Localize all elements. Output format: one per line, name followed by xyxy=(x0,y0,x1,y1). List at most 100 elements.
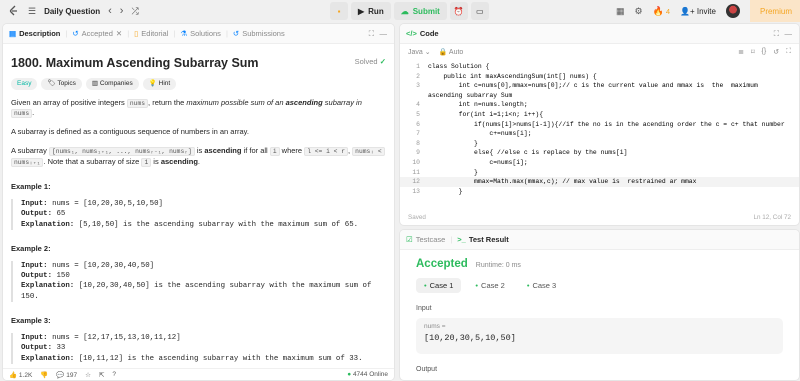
expand-icon[interactable]: ⛶ xyxy=(369,29,374,39)
braces-icon[interactable]: {} xyxy=(762,48,767,56)
inline-code: nums xyxy=(126,98,149,108)
code-line: 10 c=nums[i]; xyxy=(400,158,799,168)
tab-editorial[interactable]: ▯ Editorial xyxy=(134,29,168,38)
online-dot-icon: ● xyxy=(347,371,352,378)
solved-label: Solved xyxy=(354,57,378,66)
value: [10,20,30,40,50] is the ascending subarr… xyxy=(21,282,372,301)
code-tabs: </> Code ⛶ — xyxy=(400,24,799,44)
debug-button[interactable]: ▪ xyxy=(330,2,348,20)
code-line: 11 } xyxy=(400,168,799,178)
divider: | xyxy=(127,29,130,38)
tab-testcase[interactable]: ☑ Testcase xyxy=(406,235,445,244)
solved-status: Solved ✓ xyxy=(355,57,386,72)
upload-cloud-icon: ☁ xyxy=(400,6,409,16)
value: [5,10,50] is the ascending subarray with… xyxy=(78,220,359,229)
streak-fire-icon[interactable]: 🔥 4 xyxy=(653,6,670,17)
line-text: c+=nums[i]; xyxy=(428,130,532,138)
tab-code[interactable]: </> Code xyxy=(406,29,439,38)
label: Input: xyxy=(21,199,48,208)
like-count: 1.2K xyxy=(18,371,33,379)
case-tab[interactable]: • Case 1 xyxy=(416,278,462,293)
reset-icon[interactable]: ↺ xyxy=(773,48,779,56)
close-icon[interactable]: ✕ xyxy=(116,29,122,38)
case-tab[interactable]: • Case 3 xyxy=(519,278,564,293)
code-line: 4 int n=nums.length; xyxy=(400,100,799,110)
notes-button[interactable]: ▭ xyxy=(470,2,489,20)
submit-button[interactable]: ☁ Submit xyxy=(393,2,447,20)
like-button[interactable]: 👍 1.2K xyxy=(9,371,32,379)
hint-chip[interactable]: 💡 Hint xyxy=(142,78,177,90)
notes-icon: ▭ xyxy=(476,6,484,16)
text: where xyxy=(279,146,305,156)
flask-icon: ⚗ xyxy=(180,29,188,38)
code-line: 3 int c=nums[0],mmax=nums[0];// c is the… xyxy=(400,81,799,100)
checkbox-icon: ☑ xyxy=(406,235,413,244)
bookmark-icon[interactable]: ⌑ xyxy=(751,48,755,56)
example-input: Input: nums = [10,20,30,40,50] xyxy=(21,261,386,271)
star-icon[interactable]: ☆ xyxy=(85,371,91,379)
description-footer: 👍 1.2K 👎 💬 197 ☆ ⇱ ? ● 4744 Online xyxy=(3,368,394,380)
input-section-label: Input xyxy=(416,305,432,312)
premium-button[interactable]: Premium xyxy=(749,0,800,22)
tab-submissions[interactable]: ↺ Submissions xyxy=(233,29,285,38)
line-text: public int maxAscendingSum(int[] nums) { xyxy=(428,72,597,80)
runtime-text: Runtime: 0 ms xyxy=(475,262,521,269)
hint-label: Hint xyxy=(158,80,171,88)
tab-test-result[interactable]: >_ Test Result xyxy=(457,235,508,244)
fullscreen-icon[interactable]: ⛶ xyxy=(786,48,791,56)
case-tab[interactable]: • Case 2 xyxy=(467,278,512,293)
description-paragraph-2: A subarray is defined as a contiguous se… xyxy=(11,127,249,137)
tab-code-label: Code xyxy=(419,29,439,38)
case-tabs: • Case 1 • Case 2 • Case 3 xyxy=(416,278,783,293)
line-number: 1 xyxy=(416,63,420,70)
example-output: Output: 150 xyxy=(21,271,386,281)
run-button[interactable]: ▶ Run xyxy=(351,2,391,20)
editor-toolbar: Java ⌄ 🔒 Auto ≣ ⌑ {} ↺ ⛶ xyxy=(400,44,799,60)
tab-solutions[interactable]: ⚗ Solutions xyxy=(180,29,221,38)
code-editor[interactable]: 1 class Solution { 2 public int maxAscend… xyxy=(400,60,799,196)
expand-icon[interactable]: ⛶ xyxy=(774,29,779,39)
dislike-button[interactable]: 👎 xyxy=(40,371,48,379)
text: Given an array of positive integers xyxy=(11,97,127,107)
topics-chip[interactable]: 🏷 Topics xyxy=(41,78,82,90)
comments-button[interactable]: 💬 197 xyxy=(56,371,77,379)
label: Explanation: xyxy=(21,354,75,363)
minimize-icon[interactable]: — xyxy=(380,29,388,38)
example-title: Example 1: xyxy=(11,181,51,191)
text: maximum possible sum of an xyxy=(186,97,286,107)
next-problem-icon[interactable]: › xyxy=(120,5,124,17)
invite-button[interactable]: 👤+ Invite xyxy=(680,7,716,16)
minimize-icon[interactable]: — xyxy=(785,29,793,38)
settings-gear-icon[interactable]: ⚙ xyxy=(635,6,643,17)
code-line: 7 c+=nums[i]; xyxy=(400,129,799,139)
line-number: 9 xyxy=(416,149,420,157)
status-text: Accepted xyxy=(416,258,468,270)
companies-chip[interactable]: ▥ Companies xyxy=(85,78,139,90)
streak-count: 4 xyxy=(665,6,670,16)
chevron-down-icon: ⌄ xyxy=(424,49,431,56)
inline-code: 1 xyxy=(141,158,152,168)
prev-problem-icon[interactable]: ‹ xyxy=(108,5,112,17)
shuffle-icon[interactable]: ⤮ xyxy=(131,6,138,17)
help-icon[interactable]: ? xyxy=(112,371,116,378)
auto-toggle[interactable]: 🔒 Auto xyxy=(439,48,464,56)
problem-list-title[interactable]: Daily Question xyxy=(44,7,100,16)
problem-title: 1800. Maximum Ascending Subarray Sum xyxy=(11,56,259,70)
tab-accepted[interactable]: ↺ Accepted ✕ xyxy=(72,29,122,38)
share-icon[interactable]: ⇱ xyxy=(99,371,104,379)
problem-list-icon[interactable]: ☰ xyxy=(28,6,36,17)
language-select[interactable]: Java ⌄ xyxy=(408,48,431,56)
line-text: class Solution { xyxy=(428,63,490,70)
label: Output: xyxy=(21,272,53,281)
leetcode-logo-icon[interactable] xyxy=(8,5,20,17)
saved-status: Saved xyxy=(408,213,426,221)
difficulty-badge[interactable]: Easy xyxy=(11,78,38,90)
tab-description[interactable]: ▤ Description xyxy=(9,29,60,38)
editor-toolbar-left: Java ⌄ 🔒 Auto xyxy=(408,48,463,56)
description-tabs: ▤ Description | ↺ Accepted ✕ | ▯ Editorial |… xyxy=(3,24,394,44)
layout-grid-icon[interactable]: ▦ xyxy=(616,6,625,17)
line-number: 4 xyxy=(416,101,420,109)
avatar[interactable] xyxy=(725,4,740,18)
notes-icon[interactable]: ≣ xyxy=(738,48,744,56)
timer-button[interactable]: ⏰ xyxy=(449,2,468,20)
